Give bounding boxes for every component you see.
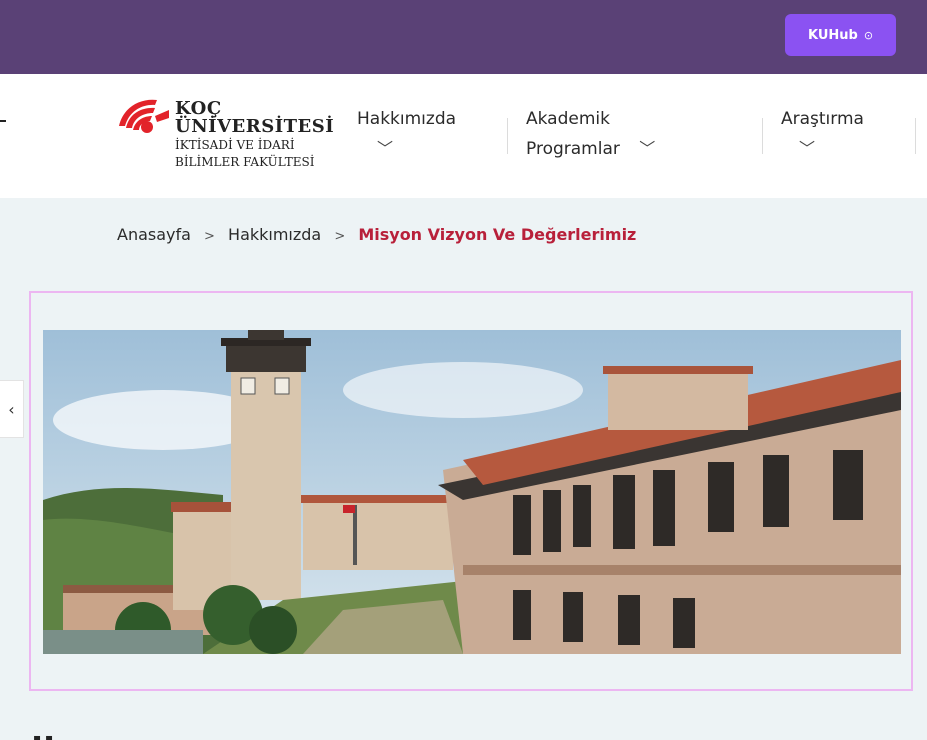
nav-item-label-2: Programlar xyxy=(526,139,620,159)
hero-campus-photo xyxy=(43,330,901,654)
breadcrumb-separator-icon: > xyxy=(204,229,215,244)
kuhub-button[interactable]: KUHub ⊙ xyxy=(785,14,896,56)
logo-line-faculty-1: İKTİSADİ VE İDARİ xyxy=(175,138,295,152)
campus-photo-illustration xyxy=(43,330,901,654)
nav-divider xyxy=(915,118,916,154)
nav-divider xyxy=(762,118,763,154)
nav-item-hakkimizda[interactable]: Hakkımızda ﹀ xyxy=(357,104,456,164)
nav-item-akademik-programlar[interactable]: Akademik Programlar ﹀ xyxy=(526,104,655,164)
nav-item-label: Araştırma xyxy=(781,109,864,129)
logo-line-faculty-2: BİLİMLER FAKÜLTESİ xyxy=(175,155,315,169)
chevron-down-icon: ﹀ xyxy=(799,139,816,158)
nav-item-label: Akademik xyxy=(526,109,610,129)
logo-line-universitesi: ÜNİVERSİTESİ xyxy=(175,116,335,137)
nav-item-arastirma[interactable]: Araştırma ﹀ xyxy=(781,104,864,164)
breadcrumb-separator-icon: > xyxy=(334,229,346,244)
content-start-mark: ▪ ▪ xyxy=(33,731,54,740)
breadcrumb-parent[interactable]: Hakkımızda xyxy=(228,225,321,244)
breadcrumb: Anasayfa > Hakkımızda > Misyon Vizyon Ve… xyxy=(117,225,636,244)
edge-mark xyxy=(0,120,6,122)
chevron-down-icon: ﹀ xyxy=(639,139,656,158)
chevron-down-icon: ﹀ xyxy=(377,139,394,158)
top-bar: KUHub ⊙ xyxy=(0,0,927,74)
kuhub-label: KUHub xyxy=(807,27,858,43)
breadcrumb-home[interactable]: Anasayfa xyxy=(117,225,191,244)
arrow-circle-icon: ⊙ xyxy=(863,28,874,42)
koc-logo-mark-icon xyxy=(119,99,169,133)
nav-divider xyxy=(507,118,508,154)
chevron-left-icon: ‹ xyxy=(8,399,15,419)
faculty-logo[interactable]: KOÇ ÜNİVERSİTESİ İKTİSADİ VE İDARİ BİLİM… xyxy=(117,94,335,178)
nav-item-label: Hakkımızda xyxy=(357,109,457,129)
slider-prev-button[interactable]: ‹ xyxy=(0,380,24,438)
breadcrumb-current: Misyon Vizyon Ve Değerlerimiz xyxy=(358,225,637,244)
